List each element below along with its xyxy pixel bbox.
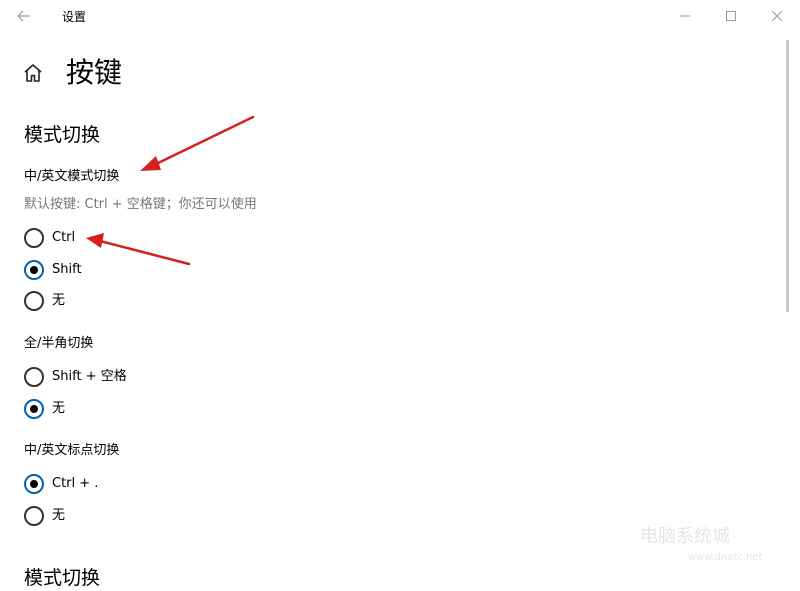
radio-option-ctrl[interactable]: Ctrl [24,228,75,248]
section-title: 模式切换 [24,124,101,146]
group-label-full-half-width: 全/半角切换 [24,336,94,351]
radio-label: Shift [52,262,82,277]
radio-option-none[interactable]: 无 [24,399,65,419]
radio-option-none[interactable]: 无 [24,291,65,311]
annotation-arrow-icon [86,233,191,266]
scrollbar-thumb[interactable] [786,40,789,312]
group-label-punctuation: 中/英文标点切换 [24,443,120,458]
radio-label: Ctrl [52,230,76,245]
radio-button-checked[interactable] [24,260,44,280]
radio-button-checked[interactable] [24,399,44,419]
watermark: 电脑系统城 [640,526,730,547]
back-button[interactable] [12,4,36,28]
group-label-cn-en-mode: 中/英文模式切换 [24,169,120,184]
next-section-title: 模式切换 [24,567,101,589]
radio-label: Ctrl + . [52,476,99,491]
radio-option-shift-space[interactable]: Shift + 空格 [24,367,127,387]
radio-label: 无 [52,508,66,523]
page-title: 按键 [66,56,123,89]
radio-button[interactable] [24,228,44,248]
title-bar: 设置 [0,0,800,32]
radio-button-checked[interactable] [24,474,44,494]
minimize-button[interactable] [662,0,708,32]
radio-label: 无 [52,401,66,416]
radio-button[interactable] [24,506,44,526]
radio-option-shift[interactable]: Shift [24,260,82,280]
radio-option-none[interactable]: 无 [24,506,65,526]
group-description: 默认按键: Ctrl + 空格键；你还可以使用 [24,197,257,212]
home-icon[interactable] [22,62,44,84]
close-icon [772,11,782,21]
radio-label: 无 [52,293,66,308]
radio-button[interactable] [24,291,44,311]
close-button[interactable] [754,0,800,32]
radio-option-ctrl-period[interactable]: Ctrl + . [24,474,98,494]
maximize-button[interactable] [708,0,754,32]
minimize-icon [680,15,690,17]
maximize-icon [726,11,736,21]
window-title: 设置 [62,10,87,24]
radio-label: Shift + 空格 [52,369,127,384]
radio-button[interactable] [24,367,44,387]
watermark-url: www.dnxtc.net [688,552,763,563]
back-arrow-icon [17,10,30,22]
annotation-arrow-icon [140,115,255,171]
